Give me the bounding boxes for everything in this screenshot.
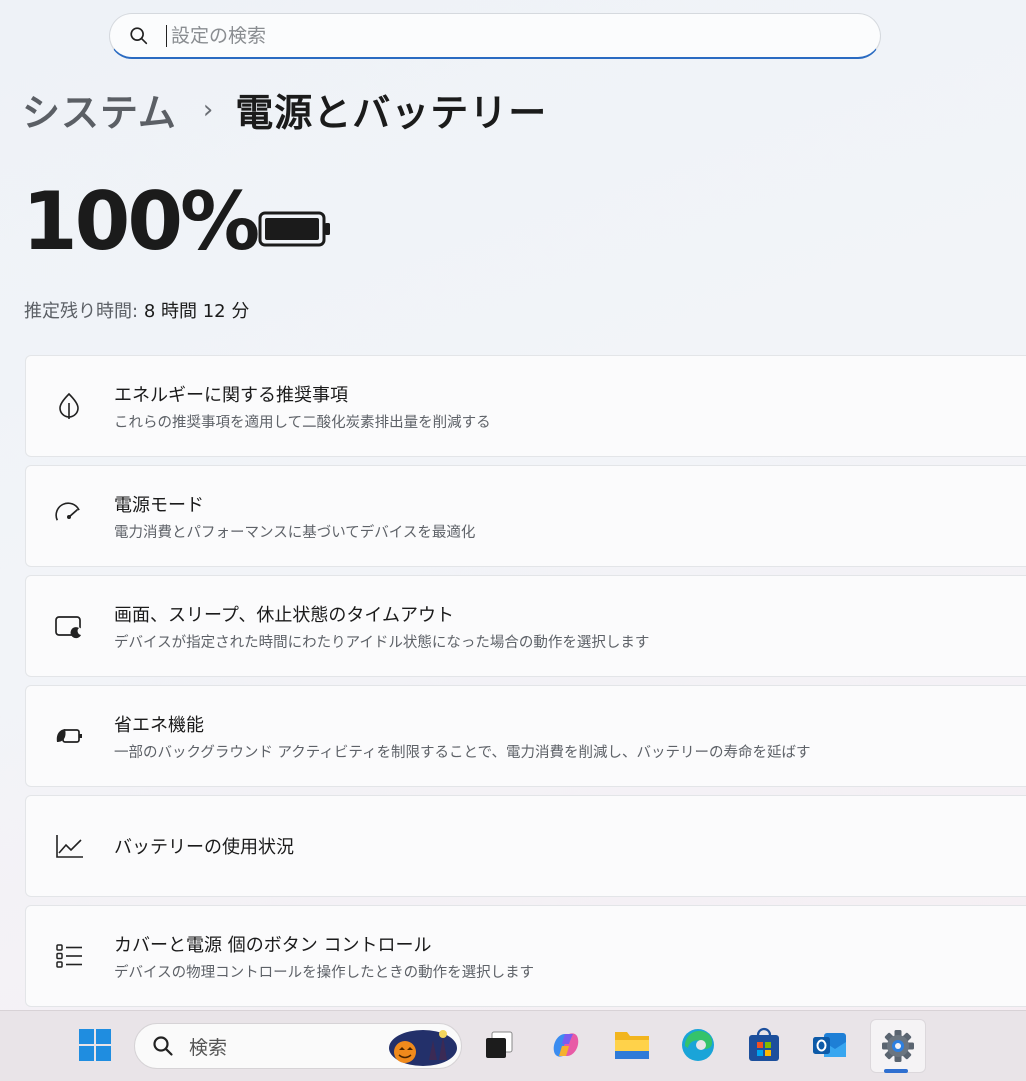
task-view-button[interactable]: [477, 1023, 521, 1067]
card-lid-power-buttons[interactable]: カバーと電源 個のボタン コントロール デバイスの物理コントロールを操作したとき…: [25, 905, 1026, 1007]
card-screen-sleep-timeout[interactable]: 画面、スリープ、休止状態のタイムアウト デバイスが指定された時間にわたりアイドル…: [25, 575, 1026, 677]
card-battery-usage[interactable]: バッテリーの使用状況: [25, 795, 1026, 897]
breadcrumb: システム › 電源とバッテリー: [22, 82, 547, 137]
copilot-button[interactable]: [544, 1023, 588, 1067]
card-description: デバイスが指定された時間にわたりアイドル状態になった場合の動作を選択します: [114, 634, 650, 651]
remaining-time-value: 8 時間 12 分: [143, 301, 250, 322]
speedometer-icon: [52, 499, 86, 533]
settings-button[interactable]: [870, 1019, 926, 1073]
line-chart-icon: [52, 829, 86, 863]
card-title: バッテリーの使用状況: [114, 837, 294, 858]
remaining-time-label: 推定残り時間:: [24, 301, 139, 322]
card-title: カバーと電源 個のボタン コントロール: [114, 934, 432, 956]
settings-icon: [882, 1030, 914, 1062]
breadcrumb-separator: ›: [202, 94, 214, 125]
card-description: 電力消費とパフォーマンスに基づいてデバイスを最適化: [114, 524, 476, 541]
list-icon: [52, 939, 86, 973]
edge-icon: [682, 1029, 714, 1061]
remaining-time: 推定残り時間: 8 時間 12 分: [24, 297, 249, 323]
battery-icon: [258, 211, 330, 247]
text-cursor: [166, 24, 167, 47]
page-title: 電源とバッテリー: [235, 91, 548, 135]
search-input[interactable]: [169, 23, 773, 48]
start-icon: [79, 1029, 111, 1061]
settings-search-box[interactable]: [109, 13, 881, 59]
taskbar-search-label: 検索: [189, 1036, 228, 1059]
card-description: デバイスの物理コントロールを操作したときの動作を選択します: [114, 964, 535, 981]
screen-sleep-icon: [52, 609, 86, 643]
card-energy-saver[interactable]: 省エネ機能 一部のバックグラウンド アクティビティを制限することで、電力消費を削…: [25, 685, 1026, 787]
card-power-mode[interactable]: 電源モード 電力消費とパフォーマンスに基づいてデバイスを最適化: [25, 465, 1026, 567]
battery-percentage: 100%: [22, 175, 260, 268]
card-title: 電源モード: [114, 494, 204, 516]
search-icon: [130, 26, 148, 44]
file-explorer-button[interactable]: [610, 1023, 654, 1067]
card-description: これらの推奨事項を適用して二酸化炭素排出量を削減する: [114, 414, 491, 431]
file-explorer-icon: [615, 1032, 649, 1059]
card-title: 画面、スリープ、休止状態のタイムアウト: [114, 604, 455, 626]
copilot-icon: [553, 1033, 579, 1057]
halloween-search-highlight-icon: [389, 1030, 457, 1066]
taskbar-search-box[interactable]: 検索: [134, 1023, 462, 1069]
search-icon: [153, 1036, 173, 1056]
active-app-indicator: [884, 1069, 908, 1073]
outlook-icon: [813, 1033, 846, 1057]
task-view-icon: [486, 1031, 513, 1058]
card-energy-recommendations[interactable]: エネルギーに関する推奨事項 これらの推奨事項を適用して二酸化炭素排出量を削減する: [25, 355, 1026, 457]
edge-button[interactable]: [676, 1023, 720, 1067]
card-title: エネルギーに関する推奨事項: [114, 384, 348, 406]
breadcrumb-parent-link[interactable]: システム: [22, 82, 177, 137]
leaf-icon: [52, 389, 86, 423]
store-icon: [749, 1027, 779, 1061]
card-description: 一部のバックグラウンド アクティビティを制限することで、電力消費を削減し、バッテ…: [114, 744, 811, 761]
energy-saver-icon: [52, 719, 86, 753]
store-button[interactable]: [742, 1023, 786, 1067]
taskbar: 検索: [0, 1010, 1026, 1081]
outlook-button[interactable]: [808, 1023, 852, 1067]
start-button[interactable]: [73, 1023, 117, 1067]
card-title: 省エネ機能: [114, 714, 204, 736]
